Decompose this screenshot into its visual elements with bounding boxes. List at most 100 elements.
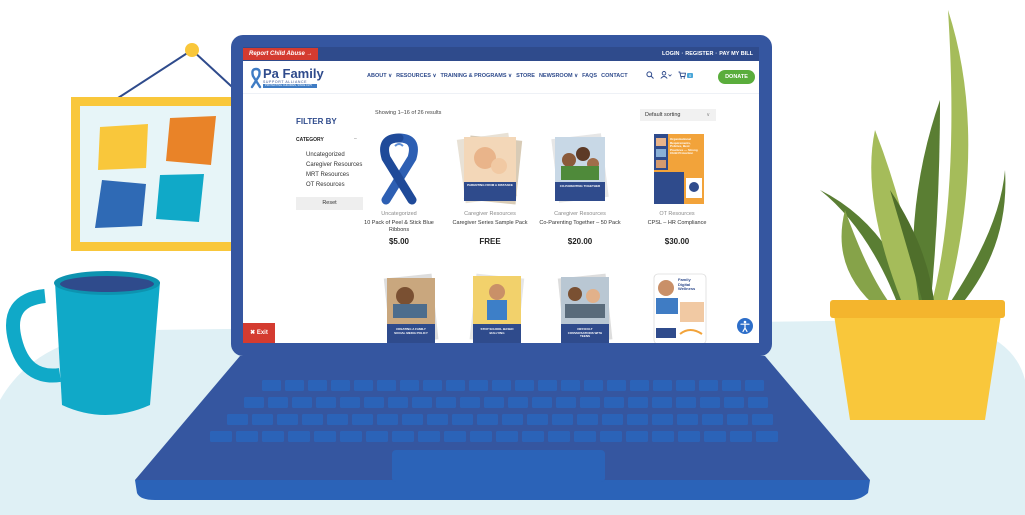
- product-card[interactable]: PARENTING FROM A DISTANCE Caregiver Reso…: [449, 132, 531, 246]
- logo-title: Pa Family: [263, 66, 324, 81]
- poster-title: PARENTING FROM A DISTANCE: [467, 183, 513, 187]
- category-heading[interactable]: CATEGORY: [296, 137, 324, 143]
- keyboard-key: [502, 414, 523, 425]
- keyboard-key: [377, 414, 398, 425]
- keyboard-key: [331, 380, 350, 391]
- site-logo[interactable]: Pa Family SUPPORT ALLIANCE PROTECTING CH…: [249, 67, 327, 91]
- keyboard-key: [496, 431, 518, 442]
- reset-filters-button[interactable]: Reset: [296, 197, 363, 210]
- keyboard-key: [676, 397, 696, 408]
- product-card[interactable]: Uncategorized 10 Pack of Peel & Stick Bl…: [358, 132, 440, 246]
- login-link[interactable]: LOGIN: [662, 47, 679, 61]
- poster-title: CREATING A FAMILY SOCIAL MEDIA POLICY: [394, 327, 428, 335]
- keyboard-key: [352, 414, 373, 425]
- keyboard-key: [724, 397, 744, 408]
- accessibility-icon: [740, 320, 750, 333]
- nav-resources[interactable]: RESOURCES ∨: [396, 73, 436, 79]
- product-image[interactable]: Family Digital Wellness: [640, 272, 714, 343]
- keyboard-key: [354, 380, 373, 391]
- poster-title: Organizational Requirements, Policies, B…: [670, 137, 698, 155]
- register-link[interactable]: REGISTER: [685, 47, 713, 61]
- sort-value: Default sorting: [645, 112, 681, 118]
- product-name[interactable]: 10 Pack of Peel & Stick Blue Ribbons: [358, 220, 440, 234]
- keyboard-key: [556, 397, 576, 408]
- ribbon-icon: [250, 67, 262, 89]
- brochure-stack-image: [456, 132, 523, 205]
- separator: ·: [681, 51, 684, 57]
- keyboard-key: [653, 380, 672, 391]
- product-image[interactable]: CO-PARENTING TOGETHER: [543, 132, 617, 206]
- keyboard-key: [607, 380, 626, 391]
- keyboard-key: [602, 414, 623, 425]
- product-name[interactable]: Co-Parenting Together – 50 Pack: [539, 220, 621, 234]
- keyboard-key: [364, 397, 384, 408]
- keyboard-key: [210, 431, 232, 442]
- keyboard-key: [316, 397, 336, 408]
- product-card[interactable]: Family Digital Wellness: [636, 272, 718, 343]
- keyboard-key: [600, 431, 622, 442]
- keyboard-key: [756, 431, 778, 442]
- keyboard-key: [436, 397, 456, 408]
- keyboard-key: [460, 397, 480, 408]
- keyboard-key: [700, 397, 720, 408]
- product-card[interactable]: CO-PARENTING TOGETHER Caregiver Resource…: [539, 132, 621, 246]
- product-card[interactable]: CREATING A FAMILY SOCIAL MEDIA POLICY: [369, 272, 451, 343]
- product-image[interactable]: CREATING A FAMILY SOCIAL MEDIA POLICY: [373, 272, 447, 343]
- product-name[interactable]: CPSL – HR Compliance: [636, 220, 718, 234]
- nav-training-programs[interactable]: TRAINING & PROGRAMS ∨: [441, 73, 513, 79]
- account-links: LOGIN · REGISTER · PAY MY BILL: [662, 47, 753, 61]
- keyboard-key: [515, 380, 534, 391]
- keyboard-key: [418, 431, 440, 442]
- keyboard-key: [604, 397, 624, 408]
- category-ot-resources[interactable]: OT Resources: [306, 180, 362, 190]
- nav-contact[interactable]: CONTACT: [601, 73, 627, 79]
- keyboard-key: [561, 380, 580, 391]
- keyboard-key: [268, 397, 288, 408]
- category-caregiver-resources[interactable]: Caregiver Resources: [306, 160, 362, 170]
- keyboard-key: [730, 431, 752, 442]
- keyboard-key: [580, 397, 600, 408]
- nav-faqs[interactable]: FAQS: [582, 73, 597, 79]
- logo-tagline: PROTECTING CHILDREN, SINCE 1975: [263, 84, 317, 88]
- sort-select[interactable]: Default sorting ∨: [640, 109, 716, 121]
- product-image[interactable]: DIFFICULT CONVERSATIONS WITH TEENS: [547, 272, 621, 343]
- product-image[interactable]: [362, 132, 436, 206]
- product-card[interactable]: DIFFICULT CONVERSATIONS WITH TEENS: [543, 272, 625, 343]
- user-icon[interactable]: [660, 71, 672, 79]
- product-card[interactable]: STOP SCHOOL BASED BULLYING: [455, 272, 537, 343]
- keyboard-key: [285, 380, 304, 391]
- keyboard-key: [477, 414, 498, 425]
- keyboard-key: [277, 414, 298, 425]
- trackpad: [392, 450, 605, 482]
- category-collapse-toggle[interactable]: –: [354, 136, 357, 142]
- product-card[interactable]: Organizational Requirements, Policies, B…: [636, 132, 718, 246]
- product-category: OT Resources: [659, 211, 695, 217]
- product-name[interactable]: Caregiver Series Sample Pack: [449, 220, 531, 234]
- separator: ·: [715, 51, 718, 57]
- report-child-abuse-button[interactable]: Report Child Abuse →: [243, 48, 319, 60]
- cart[interactable]: 0: [678, 71, 694, 79]
- product-image[interactable]: Organizational Requirements, Policies, B…: [640, 132, 714, 206]
- nav-store[interactable]: STORE: [516, 73, 535, 79]
- keyboard-key: [702, 414, 723, 425]
- filter-title: FILTER BY: [296, 117, 337, 126]
- quick-exit-button[interactable]: ✖ Exit: [243, 323, 275, 343]
- nav-newsroom[interactable]: NEWSROOM ∨: [539, 73, 578, 79]
- header-icons: 0: [646, 71, 694, 79]
- accessibility-button[interactable]: [737, 318, 753, 334]
- pay-bill-link[interactable]: PAY MY BILL: [719, 47, 753, 61]
- category-mrt-resources[interactable]: MRT Resources: [306, 170, 362, 180]
- cart-icon: [678, 71, 686, 79]
- keyboard-key: [527, 414, 548, 425]
- product-image[interactable]: STOP SCHOOL BASED BULLYING: [459, 272, 533, 343]
- keyboard-key: [340, 431, 362, 442]
- keyboard-key: [678, 431, 700, 442]
- nav-about[interactable]: ABOUT ∨: [367, 73, 392, 79]
- product-image[interactable]: PARENTING FROM A DISTANCE: [453, 132, 527, 206]
- donate-button[interactable]: DONATE: [718, 70, 755, 84]
- main-nav: ABOUT ∨ RESOURCES ∨ TRAINING & PROGRAMS …: [367, 73, 628, 79]
- keyboard-key: [392, 431, 414, 442]
- search-icon[interactable]: [646, 71, 654, 79]
- category-uncategorized[interactable]: Uncategorized: [306, 150, 362, 160]
- potted-plant: [820, 10, 1006, 420]
